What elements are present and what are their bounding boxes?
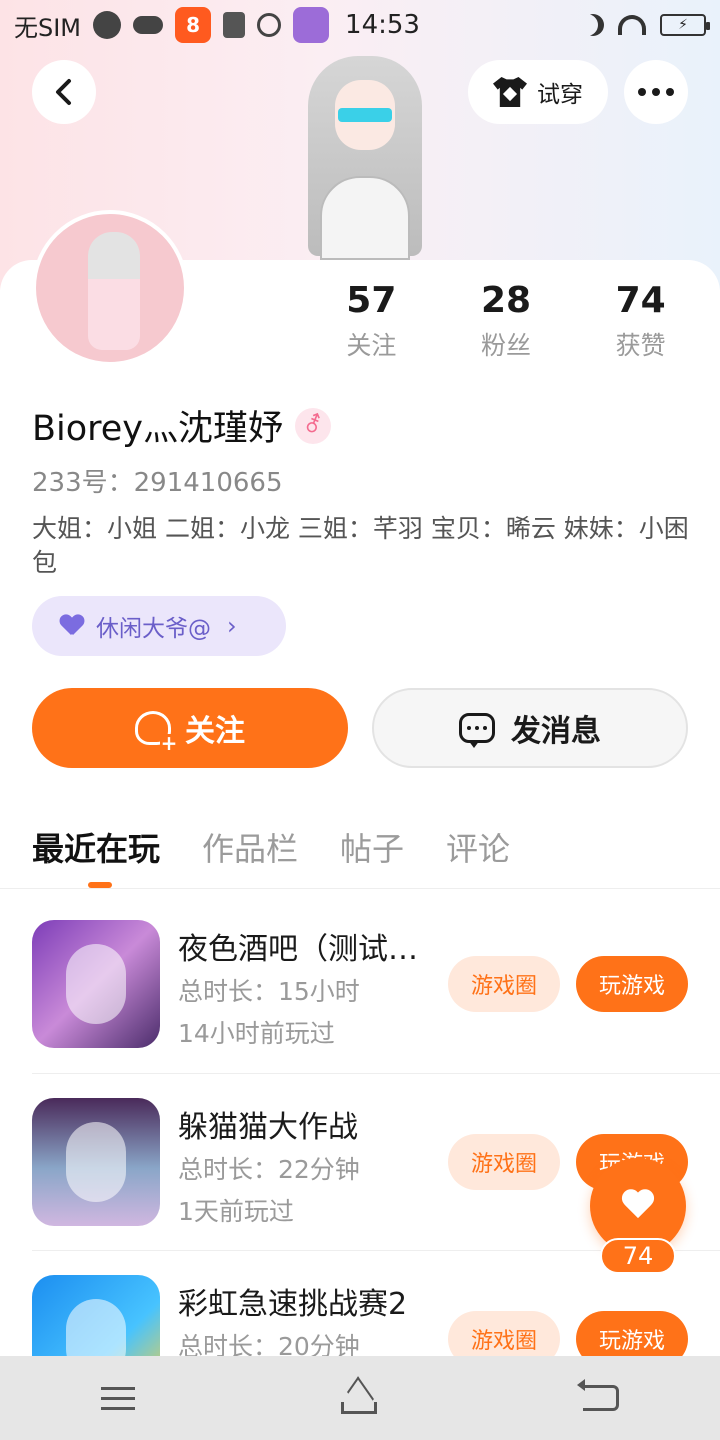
bio: 大姐：小姐 二姐：小龙 三姐：芊羽 宝贝：晞云 妹妹：小困包 xyxy=(32,514,689,577)
tab-recently-played[interactable]: 最近在玩 xyxy=(32,824,160,888)
game-circle-button[interactable]: 游戏圈 xyxy=(448,956,560,1012)
try-on-label: 试穿 xyxy=(537,82,583,108)
menu-icon[interactable] xyxy=(101,1386,135,1410)
nav-back-icon[interactable] xyxy=(577,1379,619,1411)
mascot-app-icon xyxy=(293,7,330,43)
tab-works[interactable]: 作品栏 xyxy=(202,824,298,888)
do-not-disturb-icon xyxy=(582,14,604,36)
game-title: 彩虹急速挑战赛2 xyxy=(178,1287,408,1322)
game-thumbnail[interactable] xyxy=(32,920,160,1048)
status-bar: 无SIM 8 14:53 ⚡ xyxy=(0,0,720,50)
avatar[interactable] xyxy=(32,210,188,366)
try-on-button[interactable]: 试穿 xyxy=(468,60,608,124)
female-gender-icon: ⚦ xyxy=(295,407,332,444)
battery-icon: ⚡ xyxy=(660,14,710,36)
stat-label: 获赞 xyxy=(615,331,666,360)
wifi-icon xyxy=(618,15,646,35)
home-icon[interactable] xyxy=(337,1382,381,1414)
stat-label: 关注 xyxy=(346,331,397,360)
tab-comments[interactable]: 评论 xyxy=(446,824,510,888)
game-title: 躲猫猫大作战 xyxy=(178,1110,358,1145)
database-icon xyxy=(223,12,246,38)
like-heart-icon xyxy=(620,1190,656,1222)
carrier-label: 无SIM xyxy=(14,13,82,42)
game-last-played: 1天前玩过 xyxy=(178,1197,294,1226)
username: Biorey灬沈瑾妤 xyxy=(32,409,284,449)
stat-value: 28 xyxy=(480,280,532,321)
play-game-button[interactable]: 玩游戏 xyxy=(576,956,688,1012)
game-duration: 总时长：15小时 xyxy=(178,977,360,1006)
follow-label: 关注 xyxy=(185,714,245,749)
back-button[interactable] xyxy=(32,60,96,124)
game-duration: 总时长：22分钟 xyxy=(178,1155,360,1184)
app-icon: 8 xyxy=(175,7,212,43)
follow-heart-icon xyxy=(135,711,178,752)
user-id[interactable]: 233号：291410665 xyxy=(32,462,283,499)
divider xyxy=(0,888,720,889)
like-count: 74 xyxy=(600,1238,676,1274)
stat-value: 57 xyxy=(346,280,397,321)
game-thumbnail[interactable] xyxy=(32,1098,160,1226)
chevron-right-icon: › xyxy=(227,612,237,640)
stat-following[interactable]: 57 关注 xyxy=(304,280,439,362)
game-circle-button[interactable]: 游戏圈 xyxy=(448,1134,560,1190)
profile-tabs: 最近在玩 作品栏 帖子 评论 xyxy=(32,824,510,888)
heart-icon xyxy=(60,615,84,637)
list-item[interactable]: 夜色酒吧（测试… 总时长：15小时 14小时前玩过 游戏圈 玩游戏 xyxy=(32,920,688,1050)
divider xyxy=(32,1073,720,1074)
browser-icon xyxy=(93,11,122,39)
stat-fans[interactable]: 28 粉丝 xyxy=(439,280,574,362)
message-button[interactable]: 发消息 xyxy=(372,688,688,768)
more-icon xyxy=(638,88,674,96)
profile-stats: 57 关注 28 粉丝 74 获赞 xyxy=(304,280,708,362)
tag-chip[interactable]: 休闲大爷@ › xyxy=(32,596,286,656)
clock: 14:53 xyxy=(345,10,420,40)
stat-likes[interactable]: 74 获赞 xyxy=(573,280,708,362)
follow-button[interactable]: 关注 xyxy=(32,688,348,768)
avatar-character-image xyxy=(290,46,440,260)
stat-value: 74 xyxy=(615,280,666,321)
more-button[interactable] xyxy=(624,60,688,124)
chat-icon xyxy=(459,713,495,748)
tab-posts[interactable]: 帖子 xyxy=(340,824,404,888)
t-shirt-icon xyxy=(493,77,527,107)
message-label: 发消息 xyxy=(511,714,601,749)
system-nav-bar xyxy=(0,1356,720,1440)
media-icon xyxy=(257,13,282,37)
username-row: Biorey灬沈瑾妤 ⚦ xyxy=(32,400,332,451)
back-icon xyxy=(56,79,71,105)
tag-label: 休闲大爷@ xyxy=(96,616,211,642)
stat-label: 粉丝 xyxy=(481,331,532,360)
game-title: 夜色酒吧（测试… xyxy=(178,932,418,967)
game-last-played: 14小时前玩过 xyxy=(178,1019,335,1048)
cloud-icon xyxy=(133,16,164,34)
